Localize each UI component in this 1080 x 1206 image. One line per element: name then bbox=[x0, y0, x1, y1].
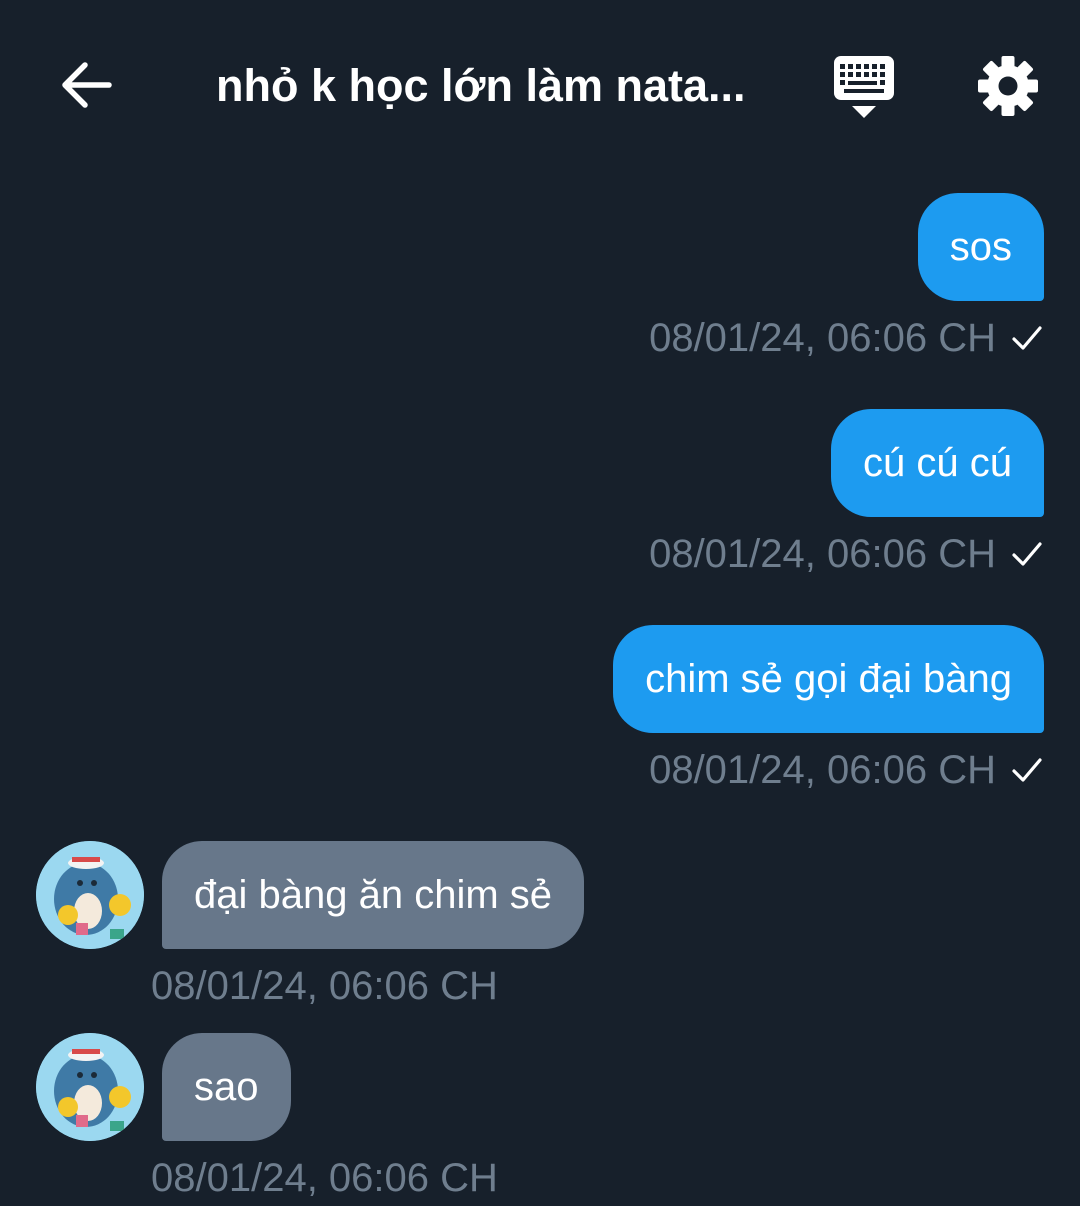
incoming-message-bubble[interactable]: sao bbox=[162, 1033, 291, 1141]
checkmark-icon bbox=[1012, 326, 1042, 350]
message-meta: 08/01/24, 06:06 CH bbox=[649, 526, 1044, 582]
outgoing-message-bubble[interactable]: cú cú cú bbox=[831, 409, 1044, 517]
gear-icon bbox=[978, 56, 1038, 116]
penguin-avatar-icon bbox=[36, 1033, 144, 1141]
sender-avatar[interactable] bbox=[36, 1033, 144, 1141]
message-meta: 08/01/24, 06:06 CH bbox=[649, 742, 1044, 798]
message-timestamp: 08/01/24, 06:06 CH bbox=[649, 531, 996, 576]
sender-avatar[interactable] bbox=[36, 841, 144, 949]
conversation-header: nhỏ k học lớn làm nata... bbox=[0, 0, 1080, 170]
outgoing-message-bubble[interactable]: chim sẻ gọi đại bàng bbox=[613, 625, 1044, 733]
message-timestamp: 08/01/24, 06:06 CH bbox=[151, 1156, 498, 1200]
incoming-message-bubble[interactable]: đại bàng ăn chim sẻ bbox=[162, 841, 585, 949]
outgoing-message-bubble[interactable]: sos bbox=[917, 193, 1044, 301]
message-timestamp: 08/01/24, 06:06 CH bbox=[649, 315, 996, 360]
checkmark-icon bbox=[1012, 542, 1042, 566]
keyboard-icon bbox=[834, 56, 894, 118]
penguin-avatar-icon bbox=[36, 841, 144, 949]
message-meta: 08/01/24, 06:06 CH bbox=[649, 310, 1044, 366]
message-timestamp: 08/01/24, 06:06 CH bbox=[151, 964, 498, 1008]
keyboard-button[interactable] bbox=[826, 52, 902, 122]
conversation-title: nhỏ k học lớn làm nata... bbox=[216, 60, 746, 111]
back-button[interactable] bbox=[50, 50, 120, 120]
arrow-left-icon bbox=[62, 62, 112, 108]
checkmark-icon bbox=[1012, 758, 1042, 782]
settings-button[interactable] bbox=[968, 50, 1048, 122]
message-timestamp: 08/01/24, 06:06 CH bbox=[649, 747, 996, 792]
